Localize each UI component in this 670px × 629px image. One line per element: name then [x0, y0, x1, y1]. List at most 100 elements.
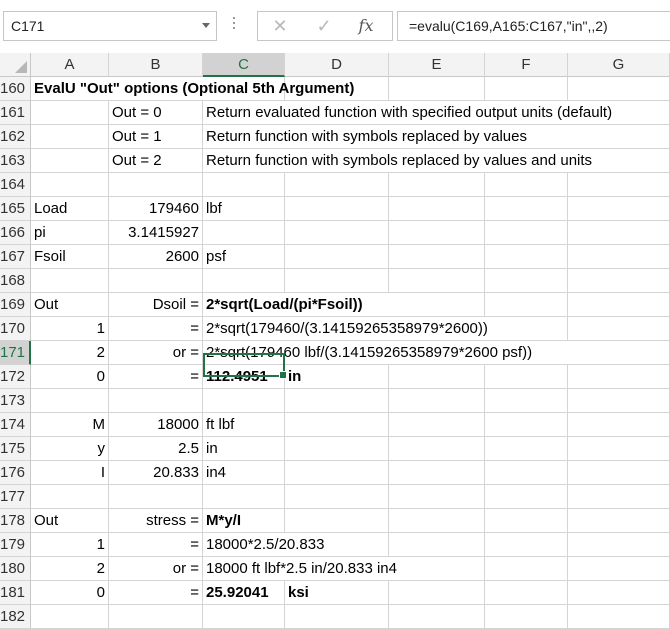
cell-c182[interactable]	[203, 605, 285, 629]
row-header[interactable]: 164	[0, 173, 31, 197]
cell-g181[interactable]	[568, 581, 670, 605]
cell-a168[interactable]	[31, 269, 109, 293]
insert-function-icon[interactable]: fx	[352, 15, 380, 37]
cell-e174[interactable]	[389, 413, 485, 437]
cell-g166[interactable]	[568, 221, 670, 245]
cell-e160[interactable]	[389, 77, 485, 101]
cell-a160[interactable]: EvalU "Out" options (Optional 5th Argume…	[31, 77, 354, 101]
cell-a173[interactable]	[31, 389, 109, 413]
row-header[interactable]: 176	[0, 461, 31, 485]
row-header[interactable]: 160	[0, 77, 31, 101]
cell-a163[interactable]	[31, 149, 109, 173]
row-header[interactable]: 171	[0, 341, 31, 365]
cell-g172[interactable]	[568, 365, 670, 389]
cell-g173[interactable]	[568, 389, 670, 413]
cell-c166[interactable]	[203, 221, 285, 245]
cell-a174[interactable]: M	[31, 413, 109, 437]
cell-b162[interactable]: Out = 1	[109, 125, 203, 149]
row-header[interactable]: 170	[0, 317, 31, 341]
cell-b170[interactable]: =	[109, 317, 203, 341]
row-header[interactable]: 178	[0, 509, 31, 533]
cell-c162[interactable]: Return function with symbols replaced by…	[203, 125, 527, 149]
cell-f165[interactable]	[485, 197, 568, 221]
cell-d174[interactable]	[285, 413, 389, 437]
cell-c178[interactable]: M*y/I	[203, 509, 285, 533]
cell-f164[interactable]	[485, 173, 568, 197]
cell-d181[interactable]: ksi	[285, 581, 389, 605]
cell-a178[interactable]: Out	[31, 509, 109, 533]
cell-e175[interactable]	[389, 437, 485, 461]
cell-f170[interactable]	[485, 317, 568, 341]
cell-f167[interactable]	[485, 245, 568, 269]
cell-f179[interactable]	[485, 533, 568, 557]
cell-d165[interactable]	[285, 197, 389, 221]
cell-a177[interactable]	[31, 485, 109, 509]
cell-g167[interactable]	[568, 245, 670, 269]
cell-b175[interactable]: 2.5	[109, 437, 203, 461]
cell-b181[interactable]: =	[109, 581, 203, 605]
row-header[interactable]: 169	[0, 293, 31, 317]
cell-c179[interactable]: 18000*2.5/20.833	[203, 533, 324, 557]
row-header[interactable]: 172	[0, 365, 31, 389]
cell-b172[interactable]: =	[109, 365, 203, 389]
row-header[interactable]: 177	[0, 485, 31, 509]
row-header[interactable]: 166	[0, 221, 31, 245]
cell-c161[interactable]: Return evaluated function with specified…	[203, 101, 612, 125]
cell-c167[interactable]: psf	[203, 245, 285, 269]
cancel-icon[interactable]: ✕	[266, 15, 294, 37]
name-box[interactable]: C171	[3, 11, 217, 41]
cell-b174[interactable]: 18000	[109, 413, 203, 437]
row-header[interactable]: 173	[0, 389, 31, 413]
column-header-e[interactable]: E	[389, 53, 485, 77]
formula-input[interactable]: =evalu(C169,A165:C167,"in",,2)	[397, 11, 670, 41]
cell-f176[interactable]	[485, 461, 568, 485]
cell-e172[interactable]	[389, 365, 485, 389]
column-header-b[interactable]: B	[109, 53, 203, 77]
cell-e168[interactable]	[389, 269, 485, 293]
cell-b166[interactable]: 3.1415927	[109, 221, 203, 245]
cell-d164[interactable]	[285, 173, 389, 197]
cell-e166[interactable]	[389, 221, 485, 245]
cell-c173[interactable]	[203, 389, 285, 413]
cell-d177[interactable]	[285, 485, 389, 509]
cell-d173[interactable]	[285, 389, 389, 413]
cell-g165[interactable]	[568, 197, 670, 221]
cell-a171[interactable]: 2	[31, 341, 109, 365]
row-header[interactable]: 167	[0, 245, 31, 269]
cell-f182[interactable]	[485, 605, 568, 629]
cell-f181[interactable]	[485, 581, 568, 605]
cell-b178[interactable]: stress =	[109, 509, 203, 533]
cell-f180[interactable]	[485, 557, 568, 581]
cell-a165[interactable]: Load	[31, 197, 109, 221]
row-header[interactable]: 163	[0, 149, 31, 173]
cell-g178[interactable]	[568, 509, 670, 533]
cell-g160[interactable]	[568, 77, 670, 101]
cell-c168[interactable]	[203, 269, 285, 293]
cell-f178[interactable]	[485, 509, 568, 533]
row-header[interactable]: 162	[0, 125, 31, 149]
cell-c175[interactable]: in	[203, 437, 285, 461]
cell-f175[interactable]	[485, 437, 568, 461]
cell-d175[interactable]	[285, 437, 389, 461]
cell-f166[interactable]	[485, 221, 568, 245]
cell-f173[interactable]	[485, 389, 568, 413]
column-header-f[interactable]: F	[485, 53, 568, 77]
cell-c165[interactable]: lbf	[203, 197, 285, 221]
cell-c163[interactable]: Return function with symbols replaced by…	[203, 149, 592, 173]
row-header[interactable]: 179	[0, 533, 31, 557]
cell-b168[interactable]	[109, 269, 203, 293]
cell-b169[interactable]: Dsoil =	[109, 293, 203, 317]
cell-g162[interactable]	[568, 125, 670, 149]
cell-f168[interactable]	[485, 269, 568, 293]
cell-e182[interactable]	[389, 605, 485, 629]
cell-a161[interactable]	[31, 101, 109, 125]
cell-a166[interactable]: pi	[31, 221, 109, 245]
cell-a167[interactable]: Fsoil	[31, 245, 109, 269]
column-header-c[interactable]: C	[203, 53, 285, 77]
cell-b180[interactable]: or =	[109, 557, 203, 581]
cell-c180[interactable]: 18000 ft lbf*2.5 in/20.833 in4	[203, 557, 397, 581]
cell-b164[interactable]	[109, 173, 203, 197]
cell-a181[interactable]: 0	[31, 581, 109, 605]
cell-b182[interactable]	[109, 605, 203, 629]
cell-e164[interactable]	[389, 173, 485, 197]
